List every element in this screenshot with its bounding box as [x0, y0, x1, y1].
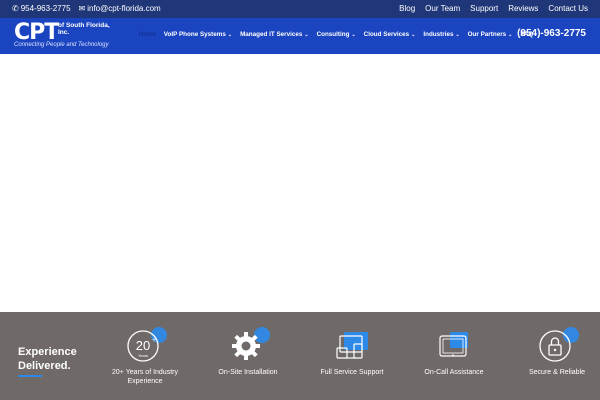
gear-icon [230, 327, 270, 364]
header-phone[interactable]: (954)-963-2775 [517, 28, 586, 39]
tablet-icon [436, 328, 472, 364]
chevron-down-icon: ⌄ [411, 31, 416, 38]
top-link-support[interactable]: Support [470, 4, 498, 13]
nav-item-voip-phone-systems[interactable]: VoIP Phone Systems ⌄ [164, 31, 232, 38]
nav-item-cloud-services[interactable]: Cloud Services ⌄ [364, 31, 416, 38]
nav-item-label: Our Partners [467, 31, 507, 38]
nav-item-label: Industries [423, 31, 454, 38]
feature-label: On-Call Assistance [424, 369, 484, 376]
nav-item-label: Consulting [316, 31, 350, 38]
nav-item-label: Cloud Services [363, 31, 410, 38]
feature-label: Full Service Support [320, 369, 384, 376]
feature-on-call-assistance: On-Call Assistance [409, 328, 499, 377]
top-link-blog[interactable]: Blog [399, 4, 415, 13]
chevron-down-icon: ⌄ [455, 31, 460, 38]
phone-contact[interactable]: ✆ 954-963-2775 [12, 4, 71, 13]
nav-item-home[interactable]: Home [139, 31, 156, 38]
top-link-contact-us[interactable]: Contact Us [548, 4, 588, 13]
hero-area [0, 54, 600, 312]
nav-item-label: Managed IT Services [240, 31, 303, 38]
svg-text:+: + [152, 337, 156, 344]
email-icon: ✉ [78, 4, 86, 13]
nav-item-consulting[interactable]: Consulting ⌄ [317, 31, 356, 38]
experience-title-line1: Experience [18, 346, 77, 358]
experience-title-line2: Delivered. [18, 360, 71, 372]
svg-text:Years: Years [138, 353, 148, 358]
site-logo[interactable]: CPT of South Florida, Inc. Connecting Pe… [14, 20, 124, 50]
nav-item-label: VoIP Phone Systems [163, 31, 226, 38]
badge-20-years-icon: 20 + Years [127, 327, 167, 364]
feature-secure-reliable: Secure & Reliable [512, 327, 600, 377]
top-contact: ✆ 954-963-2775 ✉ info@cpt-florida.com [12, 4, 161, 13]
logo-tagline: Connecting People and Technology [14, 42, 109, 48]
chevron-down-icon: ⌄ [351, 31, 356, 38]
experience-band: Experience Delivered. 20 + Years 20+ Yea… [0, 312, 600, 400]
main-nav: Home VoIP Phone Systems ⌄ Managed IT Ser… [139, 31, 541, 38]
email-text: info@cpt-florida.com [87, 4, 161, 13]
feature-label: On-Site Installation [218, 369, 278, 376]
feature-years-experience: 20 + Years 20+ Years of Industry Experie… [100, 327, 190, 386]
feature-on-site-installation: On-Site Installation [203, 327, 293, 377]
nav-item-industries[interactable]: Industries ⌄ [423, 31, 459, 38]
feature-full-service-support: Full Service Support [307, 328, 397, 377]
nav-item-our-partners[interactable]: Our Partners ⌄ [468, 31, 513, 38]
nav-item-managed-it-services[interactable]: Managed IT Services ⌄ [240, 31, 309, 38]
top-links: Blog Our Team Support Reviews Contact Us [399, 4, 588, 13]
phone-icon: ✆ [12, 4, 19, 13]
devices-icon [334, 328, 370, 364]
feature-label: Secure & Reliable [528, 369, 586, 376]
chevron-down-icon: ⌄ [508, 31, 513, 38]
logo-sub: of South Florida, Inc. [58, 22, 110, 36]
chevron-down-icon: ⌄ [304, 31, 309, 38]
email-contact[interactable]: ✉ info@cpt-florida.com [79, 4, 161, 13]
nav-item-label: Home [139, 31, 156, 38]
phone-text: 954-963-2775 [20, 4, 71, 13]
top-link-reviews[interactable]: Reviews [508, 4, 538, 13]
feature-label: 20+ Years of Industry Experience [112, 369, 178, 385]
top-bar: ✆ 954-963-2775 ✉ info@cpt-florida.com Bl… [0, 0, 600, 18]
title-underline [18, 375, 42, 377]
svg-text:20: 20 [136, 338, 150, 353]
experience-title: Experience Delivered. [18, 345, 77, 373]
lock-shield-icon [539, 327, 579, 364]
main-header: CPT of South Florida, Inc. Connecting Pe… [0, 18, 600, 54]
chevron-down-icon: ⌄ [227, 31, 233, 38]
top-link-our-team[interactable]: Our Team [425, 4, 460, 13]
